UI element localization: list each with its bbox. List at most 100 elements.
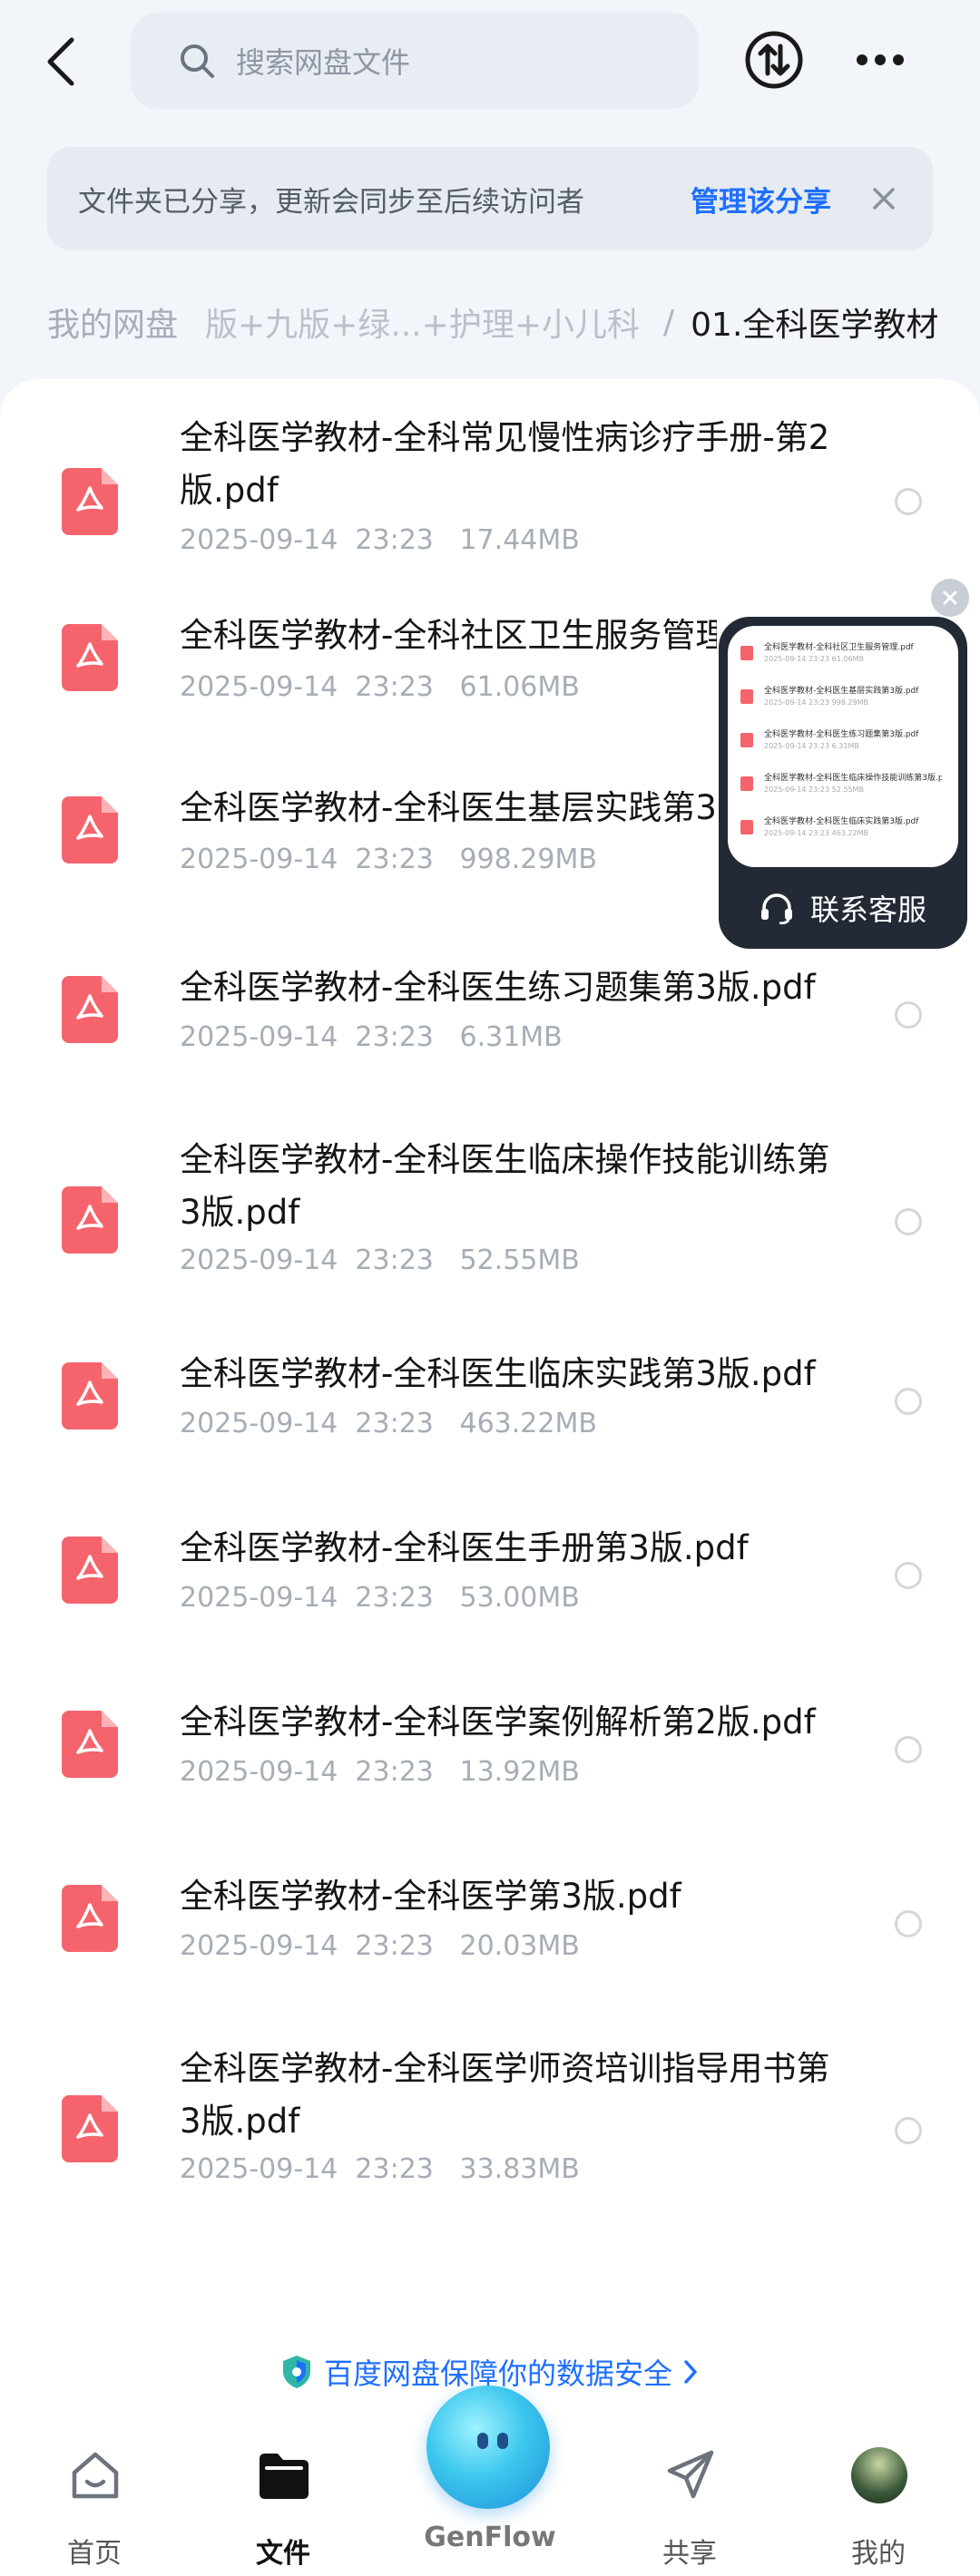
pdf-file-icon <box>62 1711 118 1778</box>
search-icon <box>181 44 214 78</box>
file-date: 2025-09-14 23:23 <box>180 1756 434 1788</box>
shield-icon <box>282 2356 310 2388</box>
file-size: 998.29MB <box>459 844 597 875</box>
manage-share-link[interactable]: 管理该分享 <box>691 179 831 220</box>
select-radio[interactable] <box>895 1388 922 1415</box>
genflow-eye <box>477 2433 488 2449</box>
breadcrumb-separator: / <box>663 303 675 341</box>
preview-row-name: 全科医学教材-全科医生基层实践第3版.pdf <box>764 687 919 696</box>
breadcrumb-middle[interactable]: 版+九版+绿...+护理+小儿科 <box>205 298 640 346</box>
nav-mine[interactable]: 我的 <box>824 2447 933 2570</box>
close-float-button[interactable] <box>931 579 969 617</box>
pdf-file-icon <box>62 624 118 691</box>
customer-service-text: 联系客服 <box>809 893 926 927</box>
genflow-button[interactable] <box>426 2386 550 2509</box>
file-size: 463.22MB <box>459 1408 597 1439</box>
nav-home[interactable]: 首页 <box>40 2447 149 2570</box>
select-radio[interactable] <box>895 2117 922 2144</box>
nav-home-label: 首页 <box>67 2538 122 2570</box>
file-meta: 2025-09-14 23:23 13.92MB <box>180 1756 580 1788</box>
file-size: 52.55MB <box>459 1244 580 1276</box>
file-meta: 2025-09-14 23:23 6.31MB <box>180 1021 563 1053</box>
preview-row-meta: 2025-09-14 23:23 61.06MB <box>764 655 864 663</box>
select-radio[interactable] <box>895 1208 922 1235</box>
pdf-file-icon <box>62 468 118 535</box>
file-name: 全科医学教材-全科医生基层实践第3 <box>180 788 717 827</box>
file-meta: 2025-09-14 23:23 53.00MB <box>180 1582 580 1614</box>
transfer-button[interactable] <box>741 27 807 93</box>
file-date: 2025-09-14 23:23 <box>180 2153 434 2185</box>
preview-row-meta: 2025-09-14 23:23 6.31MB <box>764 742 859 750</box>
select-radio[interactable] <box>895 1001 922 1029</box>
select-radio[interactable] <box>895 1736 922 1763</box>
breadcrumb: 我的网盘 版+九版+绿...+护理+小儿科 / 01.全科医学教材 <box>47 290 946 354</box>
pdf-file-icon <box>62 1186 118 1254</box>
nav-mine-label: 我的 <box>851 2538 906 2570</box>
file-name: 全科医学教材-全科医生临床操作技能训练第3版.pdf <box>180 1140 830 1232</box>
file-date: 2025-09-14 23:23 <box>180 524 434 556</box>
preview-thumbnail: 全科医学教材-全科社区卫生服务管理.pdf 2025-09-14 23:23 61… <box>728 626 958 867</box>
folder-icon <box>256 2447 312 2503</box>
select-radio[interactable] <box>895 1910 922 1937</box>
file-date: 2025-09-14 23:23 <box>180 1021 434 1053</box>
file-size: 13.92MB <box>459 1756 580 1788</box>
search-placeholder: 搜索网盘文件 <box>236 45 411 80</box>
share-notice-text: 文件夹已分享，更新会同步至后续访问者 <box>78 185 584 219</box>
pdf-file-icon <box>740 776 753 791</box>
preview-row-name: 全科医学教材-全科医生临床实践第3版.pdf <box>764 817 919 826</box>
pdf-file-icon <box>62 1362 118 1429</box>
home-icon <box>67 2447 123 2503</box>
file-date: 2025-09-14 23:23 <box>180 671 434 703</box>
file-name: 全科医学教材-全科医学师资培训指导用书第3版.pdf <box>180 2049 830 2141</box>
file-name: 全科医学教材-全科医学案例解析第2版.pdf <box>180 1703 816 1742</box>
pdf-file-icon <box>62 1537 118 1604</box>
file-date: 2025-09-14 23:23 <box>180 1244 434 1276</box>
file-date: 2025-09-14 23:23 <box>180 1582 434 1614</box>
file-date: 2025-09-14 23:23 <box>180 844 434 875</box>
pdf-file-icon <box>62 2095 118 2162</box>
file-size: 33.83MB <box>459 2153 580 2185</box>
pdf-file-icon <box>740 733 753 747</box>
file-size: 17.44MB <box>459 524 580 556</box>
chevron-right-icon <box>684 2360 697 2384</box>
select-radio[interactable] <box>895 1562 922 1589</box>
preview-row-meta: 2025-09-14 23:23 52.55MB <box>764 785 864 794</box>
select-radio[interactable] <box>895 488 922 515</box>
file-date: 2025-09-14 23:23 <box>180 1408 434 1439</box>
file-meta: 2025-09-14 23:23 61.06MB <box>180 671 580 703</box>
file-size: 53.00MB <box>459 1582 580 1614</box>
preview-row-name: 全科医学教材-全科社区卫生服务管理.pdf <box>764 643 914 652</box>
file-size: 20.03MB <box>459 1930 580 1962</box>
nav-files[interactable]: 文件 <box>229 2447 338 2570</box>
preview-row-name: 全科医学教材-全科医生临床操作技能训练第3版.pdf <box>764 774 942 783</box>
file-meta: 2025-09-14 23:23 33.83MB <box>180 2153 580 2185</box>
nav-share[interactable]: 共享 <box>635 2447 744 2570</box>
pdf-file-icon <box>62 976 118 1043</box>
genflow-eye <box>497 2433 508 2449</box>
preview-row-meta: 2025-09-14 23:23 463.22MB <box>764 829 869 837</box>
customer-service-widget[interactable]: 全科医学教材-全科社区卫生服务管理.pdf 2025-09-14 23:23 61… <box>719 617 967 949</box>
close-icon <box>873 188 895 210</box>
search-input[interactable]: 搜索网盘文件 <box>131 13 699 109</box>
file-name: 全科医学教材-全科医学第3版.pdf <box>180 1877 681 1916</box>
close-notice-button[interactable] <box>866 181 902 217</box>
more-button[interactable] <box>848 27 913 93</box>
transfer-icon <box>745 31 803 89</box>
file-name: 全科医学教材-全科医生手册第3版.pdf <box>180 1528 749 1567</box>
file-meta: 2025-09-14 23:23 20.03MB <box>180 1930 580 1962</box>
file-name: 全科医学教材-全科常见慢性病诊疗手册-第2版.pdf <box>180 418 830 510</box>
file-meta: 2025-09-14 23:23 463.22MB <box>180 1408 597 1439</box>
back-button[interactable] <box>33 29 87 94</box>
breadcrumb-root[interactable]: 我的网盘 <box>47 298 178 346</box>
file-meta: 2025-09-14 23:23 998.29MB <box>180 844 597 875</box>
paper-plane-icon <box>662 2447 719 2503</box>
avatar <box>851 2447 907 2503</box>
pdf-file-icon <box>62 1885 118 1952</box>
nav-share-label: 共享 <box>662 2538 717 2570</box>
file-name: 全科医学教材-全科医生临床实践第3版.pdf <box>180 1354 816 1393</box>
preview-row: 全科医学教材-全科医生基层实践第3版.pdf 2025-09-14 23:23 9… <box>740 682 949 718</box>
file-meta: 2025-09-14 23:23 52.55MB <box>180 1244 580 1276</box>
file-name: 全科医学教材-全科医生练习题集第3版.pdf <box>180 968 816 1007</box>
preview-row-meta: 2025-09-14 23:23 998.29MB <box>764 698 869 707</box>
close-icon <box>943 590 957 605</box>
